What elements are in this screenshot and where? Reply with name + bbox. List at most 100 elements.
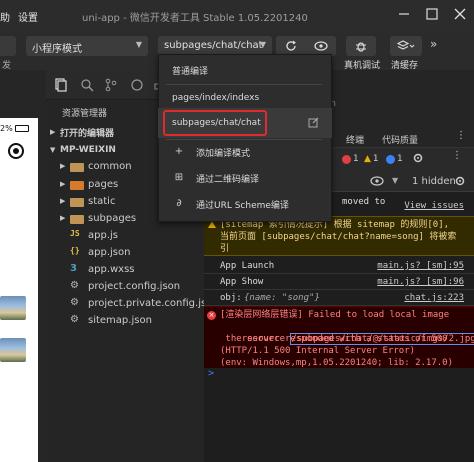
menu-item-qrcode-compile[interactable]: ⊞ 通过二维码编译 (158, 166, 330, 190)
log-text: obj: (220, 293, 242, 303)
layers-icon (397, 40, 415, 50)
source-link[interactable]: main.js? [sm]:95 (377, 260, 464, 272)
tree-item-static[interactable]: ▶ static (60, 193, 115, 209)
menu-item-url-scheme-compile[interactable]: ∂ 通过URL Scheme编译 (158, 192, 330, 216)
warning-counter[interactable]: ▲ 1 (364, 154, 379, 164)
battery-percent: 2% (0, 124, 13, 133)
folder-icon (70, 162, 84, 172)
chevron-down-icon[interactable]: ▼ (392, 176, 398, 185)
settings-icon[interactable] (454, 175, 466, 187)
css-file-icon: 3 (70, 263, 77, 274)
chat-image-thumbnail[interactable] (0, 296, 26, 320)
tree-item-subpages[interactable]: ▶ subpages (60, 210, 136, 226)
tree-item-sitemap[interactable]: ⚙ sitemap.json (70, 312, 152, 328)
warning-count: 1 (372, 154, 379, 164)
source-control-icon[interactable] (104, 78, 118, 92)
toolbar-left-button[interactable] (0, 36, 16, 56)
console-prompt[interactable]: > (208, 368, 214, 379)
chat-image-thumbnail[interactable] (0, 338, 26, 362)
settings-icon[interactable] (412, 152, 424, 164)
tree-item-pages[interactable]: ▶ pages (60, 176, 118, 192)
log-text: moved to (342, 197, 386, 207)
tree-item-common[interactable]: ▶ common (60, 158, 132, 174)
project-section[interactable]: ▼ MP-WEIXIN (50, 142, 116, 158)
compile-actions (276, 36, 336, 56)
menu-item-add-compile-mode[interactable]: + 添加编译模式 (158, 140, 330, 164)
chevron-down-icon: ▼ (135, 40, 142, 49)
record-icon[interactable] (8, 143, 24, 159)
console-log-row: obj: {name: "song"} chat.js:223 (204, 290, 474, 306)
preview-button[interactable] (306, 36, 336, 56)
tree-item-label: app.json (88, 246, 131, 258)
config-file-icon: ⚙ (70, 314, 79, 325)
menu-divider (166, 84, 322, 85)
mode-select[interactable]: 小程序模式 ▼ (26, 36, 148, 56)
menu-item-label: 通过URL Scheme编译 (196, 200, 289, 211)
more-icon[interactable]: ⋮ (456, 130, 466, 141)
console-error: × [渲染层网络层错误] Failed to load local image … (204, 306, 474, 368)
menu-item-normal-compile[interactable]: 普通编译 (158, 58, 330, 82)
open-editors-label: 打开的编辑器 (60, 128, 115, 139)
tree-item-app-js[interactable]: JS app.js (70, 227, 118, 243)
tree-item-label: project.config.json (88, 280, 181, 292)
search-icon[interactable] (80, 78, 94, 92)
chevron-down-icon: ▼ (50, 146, 56, 154)
tree-item-label: app.wxss (88, 263, 135, 275)
more-chevron-icon[interactable]: » (430, 37, 437, 51)
log-text: App Show (220, 277, 264, 287)
menu-settings[interactable]: 设置 (18, 9, 38, 24)
explorer-title: 资源管理器 (62, 109, 108, 119)
tree-item-app-wxss[interactable]: 3 app.wxss (70, 261, 135, 277)
chevron-right-icon: ▶ (60, 197, 66, 205)
files-icon[interactable] (54, 78, 68, 92)
source-link[interactable]: main.js? [sm]:96 (377, 276, 464, 288)
log-text: (HTTP/1.1 500 Internal Server Error) (220, 346, 416, 356)
chevron-down-icon: ▼ (259, 40, 266, 49)
error-counter[interactable]: 1 (342, 154, 359, 164)
menu-item-pages-index[interactable]: pages/index/indexs (158, 86, 330, 110)
tree-item-project-private-config[interactable]: ⚙ project.private.config.js... (70, 295, 216, 311)
tab-terminal[interactable]: 终端 (346, 133, 364, 146)
compile-select[interactable]: subpages/chat/chat ▼ (158, 36, 272, 56)
folder-icon (70, 180, 84, 190)
log-object-value[interactable]: {name: "song"} (244, 292, 320, 304)
console-warning: [sitemap 索引情况提示] 根据 sitemap 的规则[0], 当前页面… (204, 216, 474, 256)
config-file-icon: ⚙ (70, 297, 79, 308)
compile-select-value: subpages/chat/chat (164, 40, 263, 51)
chevron-right-icon: ▶ (60, 214, 66, 222)
open-editors-section[interactable]: ▶ 打开的编辑器 (50, 124, 114, 140)
maximize-icon[interactable] (424, 6, 440, 22)
console-log-row: App Launch main.js? [sm]:95 (204, 258, 474, 274)
refresh-button[interactable] (276, 36, 306, 56)
real-debug-button[interactable] (346, 36, 376, 56)
simulator-screen[interactable] (0, 118, 38, 462)
menu-help[interactable]: 助 (0, 9, 10, 24)
bug-icon-wrap (346, 36, 376, 56)
warning-icon (208, 221, 216, 228)
log-text: (env: Windows,mp,1.05.2201240; lib: 2.17… (220, 358, 453, 368)
tab-code-quality[interactable]: 代码质量 (382, 133, 418, 146)
link-icon: ∂ (176, 198, 182, 209)
error-icon: × (207, 311, 216, 320)
mode-select-value: 小程序模式 (32, 44, 82, 55)
log-text: [渲染层网络层错误] Failed to load local image (220, 310, 450, 320)
json-file-icon: {} (70, 246, 80, 255)
console-log-row: App Show main.js? [sm]:96 (204, 274, 474, 290)
eye-icon[interactable] (370, 176, 384, 186)
error-count: 1 (353, 154, 359, 164)
source-link[interactable]: chat.js:223 (404, 292, 464, 304)
tree-item-project-config[interactable]: ⚙ project.config.json (70, 278, 180, 294)
tree-item-app-json[interactable]: {} app.json (70, 244, 130, 260)
edit-icon[interactable] (308, 117, 319, 128)
refresh-icon (286, 40, 296, 51)
minimize-icon[interactable] (396, 6, 412, 22)
info-counter[interactable]: 1 (386, 154, 403, 164)
log-text: the server responded with a status of 50… (220, 334, 448, 344)
tree-item-label: sitemap.json (88, 314, 152, 326)
view-issues-link[interactable]: View issues (404, 200, 464, 212)
close-icon[interactable] (452, 6, 468, 22)
clear-cache-button[interactable] (390, 36, 422, 56)
debug-icon[interactable] (130, 78, 144, 92)
more-icon[interactable]: ⋮ (452, 150, 462, 161)
eye-icon (314, 41, 328, 51)
